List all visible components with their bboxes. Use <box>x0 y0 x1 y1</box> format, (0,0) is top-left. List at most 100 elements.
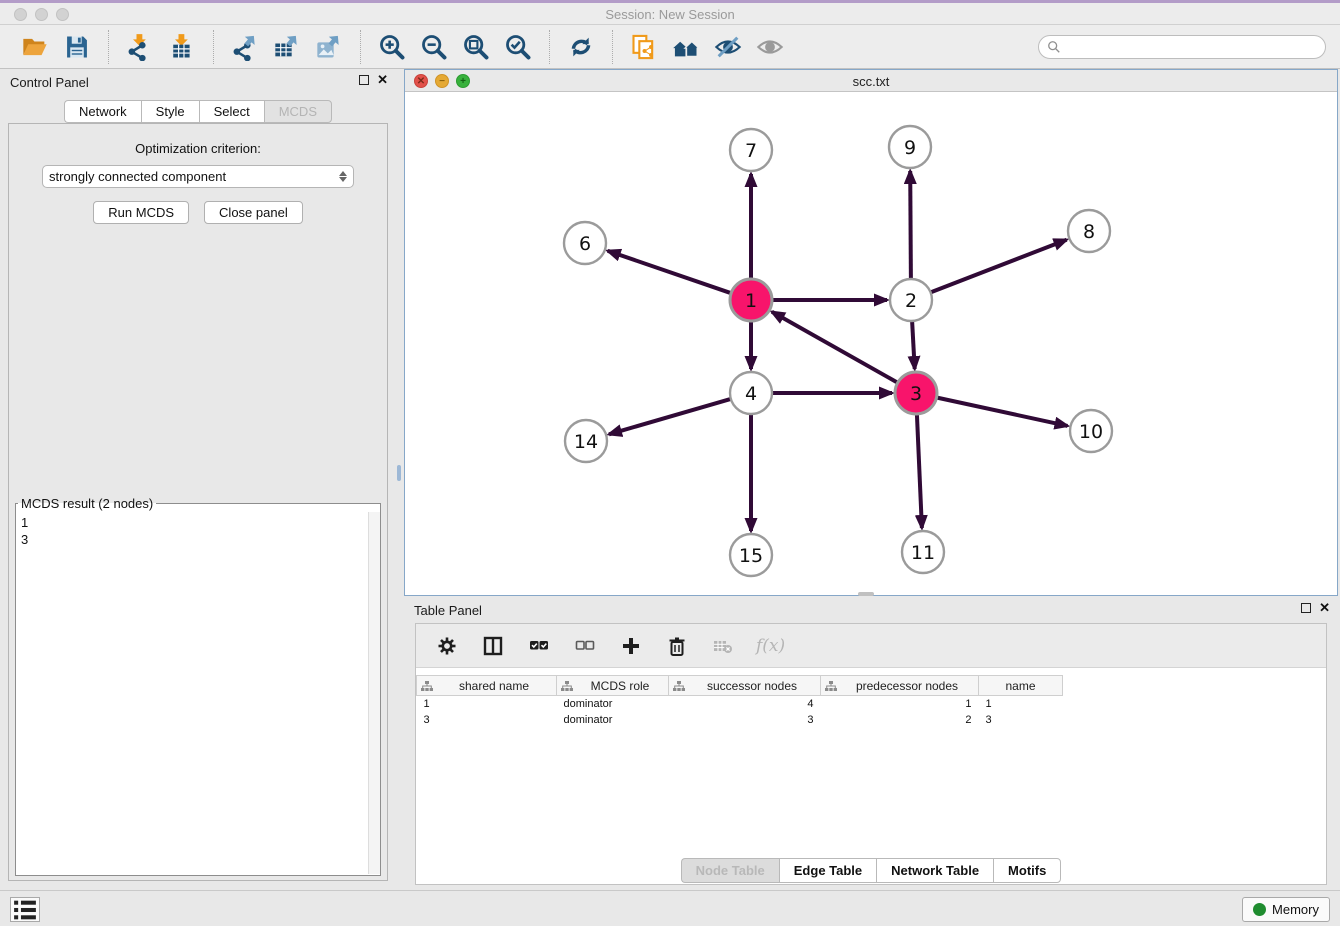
vertical-splitter-handle[interactable] <box>397 465 401 481</box>
table-cell[interactable]: 3 <box>669 712 821 728</box>
table-cell[interactable]: 2 <box>821 712 979 728</box>
edge-3-1[interactable] <box>772 312 898 383</box>
import-network-button[interactable] <box>119 29 161 65</box>
table-cell[interactable]: dominator <box>557 712 669 728</box>
export-network-icon <box>231 33 259 61</box>
edge-2-8[interactable] <box>931 240 1067 293</box>
import-table-button[interactable] <box>161 29 203 65</box>
node-14[interactable]: 14 <box>565 420 607 462</box>
save-session-icon <box>63 33 91 61</box>
node-6[interactable]: 6 <box>564 222 606 264</box>
export-network-button[interactable] <box>224 29 266 65</box>
edge-2-9[interactable] <box>910 171 911 279</box>
duplicate-network-button[interactable] <box>623 29 665 65</box>
close-table-panel-icon[interactable]: ✕ <box>1319 603 1330 613</box>
close-panel-button[interactable]: Close panel <box>204 201 303 224</box>
zoom-selected-button[interactable] <box>497 29 539 65</box>
edge-1-6[interactable] <box>608 251 731 293</box>
node-4[interactable]: 4 <box>730 372 772 414</box>
column-header-shared-name[interactable]: shared name <box>417 676 557 696</box>
first-neighbors-button[interactable] <box>665 29 707 65</box>
table-cell[interactable]: 1 <box>821 696 979 712</box>
zoom-fit-button[interactable] <box>455 29 497 65</box>
node-1[interactable]: 1 <box>730 279 772 321</box>
unselect-all-button[interactable] <box>572 633 598 659</box>
mcds-result-item[interactable]: 3 <box>21 531 363 548</box>
export-image-button[interactable] <box>308 29 350 65</box>
tab-node-table[interactable]: Node Table <box>681 858 779 883</box>
open-session-button[interactable] <box>14 29 56 65</box>
refresh-layout-button[interactable] <box>560 29 602 65</box>
search-box[interactable] <box>1038 35 1326 59</box>
column-header-MCDS-role[interactable]: MCDS role <box>557 676 669 696</box>
zoom-in-icon <box>378 33 406 61</box>
search-input[interactable] <box>1066 40 1317 54</box>
task-history-button[interactable] <box>10 897 40 922</box>
column-header-predecessor-nodes[interactable]: predecessor nodes <box>821 676 979 696</box>
close-panel-icon[interactable]: ✕ <box>377 75 388 85</box>
edge-4-14[interactable] <box>609 399 731 434</box>
table-cell[interactable]: 1 <box>979 696 1063 712</box>
zoom-in-button[interactable] <box>371 29 413 65</box>
edge-3-11[interactable] <box>917 414 922 528</box>
tab-motifs[interactable]: Motifs <box>993 858 1061 883</box>
node-8[interactable]: 8 <box>1068 210 1110 252</box>
network-window-titlebar[interactable]: ✕ − + scc.txt <box>405 70 1337 92</box>
tab-style[interactable]: Style <box>141 100 199 123</box>
show-graphics-details-button[interactable] <box>749 29 791 65</box>
node-9[interactable]: 9 <box>889 126 931 168</box>
horizontal-splitter-handle[interactable] <box>858 592 874 596</box>
edge-3-10[interactable] <box>937 398 1068 426</box>
run-mcds-button[interactable]: Run MCDS <box>93 201 189 224</box>
columns-button[interactable] <box>480 633 506 659</box>
function-builder-icon: f(x) <box>756 636 785 656</box>
node-11[interactable]: 11 <box>902 531 944 573</box>
column-hierarchy-icon <box>421 680 433 692</box>
table-cell[interactable]: 3 <box>979 712 1063 728</box>
float-table-panel-icon[interactable] <box>1301 603 1311 613</box>
result-scrollbar[interactable] <box>368 512 380 874</box>
import-network-icon <box>126 33 154 61</box>
export-table-button[interactable] <box>266 29 308 65</box>
tab-edge-table[interactable]: Edge Table <box>779 858 876 883</box>
tab-mcds[interactable]: MCDS <box>264 100 332 123</box>
node-3[interactable]: 3 <box>895 372 937 414</box>
add-row-button[interactable] <box>618 633 644 659</box>
table-panel: Table Panel ✕ f(x) shared nameMCDS roles… <box>404 597 1338 893</box>
node-7[interactable]: 7 <box>730 129 772 171</box>
edge-2-3[interactable] <box>912 321 915 369</box>
network-canvas[interactable]: 7 9 6 8 1 2 4 3 14 10 15 11 <box>405 92 1337 595</box>
function-builder-button[interactable]: f(x) <box>756 633 785 659</box>
node-10[interactable]: 10 <box>1070 410 1112 452</box>
node-2[interactable]: 2 <box>890 279 932 321</box>
gear-button[interactable] <box>434 633 460 659</box>
zoom-out-icon <box>420 33 448 61</box>
tab-network-table[interactable]: Network Table <box>876 858 993 883</box>
table-row[interactable]: 1dominator411 <box>417 696 1063 712</box>
column-header-name[interactable]: name <box>979 676 1063 696</box>
mcds-result-list[interactable]: 13 <box>17 512 367 874</box>
save-session-button[interactable] <box>56 29 98 65</box>
select-all-button[interactable] <box>526 633 552 659</box>
application-window: Session: New Session Control Panel ✕ Net… <box>0 0 1340 926</box>
delete-table-button[interactable] <box>710 633 736 659</box>
optimization-criterion-select[interactable]: strongly connected component <box>42 165 354 188</box>
node-15[interactable]: 15 <box>730 534 772 576</box>
toolbar-group <box>216 29 358 65</box>
table-cell[interactable]: dominator <box>557 696 669 712</box>
network-window-title: scc.txt <box>405 74 1337 89</box>
memory-button[interactable]: Memory <box>1242 897 1330 922</box>
node-label: 11 <box>911 542 935 564</box>
table-cell[interactable]: 1 <box>417 696 557 712</box>
float-panel-icon[interactable] <box>359 75 369 85</box>
tab-network[interactable]: Network <box>64 100 141 123</box>
table-cell[interactable]: 4 <box>669 696 821 712</box>
table-cell[interactable]: 3 <box>417 712 557 728</box>
table-row[interactable]: 3dominator323 <box>417 712 1063 728</box>
tab-select[interactable]: Select <box>199 100 264 123</box>
mcds-result-item[interactable]: 1 <box>21 514 363 531</box>
delete-row-button[interactable] <box>664 633 690 659</box>
column-header-successor-nodes[interactable]: successor nodes <box>669 676 821 696</box>
zoom-out-button[interactable] <box>413 29 455 65</box>
hide-graphics-details-button[interactable] <box>707 29 749 65</box>
